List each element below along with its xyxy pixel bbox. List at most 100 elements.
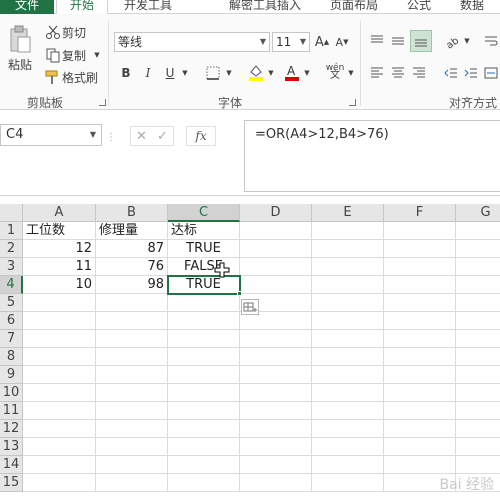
cell-D4[interactable] [240, 276, 312, 294]
font-launcher-icon[interactable] [349, 99, 356, 106]
cell-D15[interactable] [240, 474, 312, 492]
cell-B12[interactable] [96, 420, 168, 438]
cell-A4[interactable]: 10 [23, 276, 96, 294]
cell-D1[interactable] [240, 222, 312, 240]
align-center-icon[interactable] [389, 64, 407, 82]
paste-label[interactable]: 粘贴 [5, 56, 35, 72]
row-header-15[interactable]: 15 [0, 474, 23, 492]
cell-B9[interactable] [96, 366, 168, 384]
border-dropdown-icon[interactable]: ▼ [224, 66, 234, 80]
cell-G3[interactable] [456, 258, 500, 276]
copy-icon[interactable] [44, 47, 62, 63]
cell-G14[interactable] [456, 456, 500, 474]
cell-C11[interactable] [168, 402, 240, 420]
cell-B2[interactable]: 87 [96, 240, 168, 258]
row-header-9[interactable]: 9 [0, 366, 23, 384]
cell-B14[interactable] [96, 456, 168, 474]
cell-B5[interactable] [96, 294, 168, 312]
quick-analysis-icon[interactable] [241, 299, 259, 315]
row-header-7[interactable]: 7 [0, 330, 23, 348]
cell-F8[interactable] [384, 348, 456, 366]
row-header-14[interactable]: 14 [0, 456, 23, 474]
cell-D13[interactable] [240, 438, 312, 456]
cell-A5[interactable] [23, 294, 96, 312]
cell-A13[interactable] [23, 438, 96, 456]
copy-label[interactable]: 复制 [62, 47, 92, 63]
cell-F13[interactable] [384, 438, 456, 456]
cell-E13[interactable] [312, 438, 384, 456]
fill-color-icon[interactable] [246, 62, 266, 82]
cell-A2[interactable]: 12 [23, 240, 96, 258]
column-header-A[interactable]: A [23, 204, 96, 222]
cell-D14[interactable] [240, 456, 312, 474]
cell-G13[interactable] [456, 438, 500, 456]
cell-D12[interactable] [240, 420, 312, 438]
align-left-icon[interactable] [368, 64, 386, 82]
phonetic-icon[interactable]: wén 文 [324, 62, 346, 82]
cell-D10[interactable] [240, 384, 312, 402]
cell-C2[interactable]: TRUE [168, 240, 240, 258]
cell-F11[interactable] [384, 402, 456, 420]
formula-input[interactable]: =OR(A4>12,B4>76) [244, 120, 500, 192]
cell-E14[interactable] [312, 456, 384, 474]
cell-F7[interactable] [384, 330, 456, 348]
cell-E7[interactable] [312, 330, 384, 348]
cell-C14[interactable] [168, 456, 240, 474]
cell-D8[interactable] [240, 348, 312, 366]
top-align-icon[interactable] [368, 32, 386, 50]
cell-C13[interactable] [168, 438, 240, 456]
cell-F9[interactable] [384, 366, 456, 384]
cell-F1[interactable] [384, 222, 456, 240]
clipboard-launcher-icon[interactable] [99, 99, 106, 106]
cut-label[interactable]: 剪切 [62, 24, 92, 40]
orientation-icon[interactable]: ab [442, 32, 462, 50]
cell-B13[interactable] [96, 438, 168, 456]
tab-data[interactable]: 数据 [460, 0, 484, 14]
cell-B8[interactable] [96, 348, 168, 366]
tab-formulas[interactable]: 公式 [407, 0, 431, 14]
cell-G7[interactable] [456, 330, 500, 348]
cell-A15[interactable] [23, 474, 96, 492]
copy-dropdown-icon[interactable]: ▼ [92, 49, 102, 61]
font-name-select[interactable]: 等线 ▼ [114, 32, 270, 52]
middle-align-icon[interactable] [389, 32, 407, 50]
cell-E6[interactable] [312, 312, 384, 330]
cell-B10[interactable] [96, 384, 168, 402]
fill-color-dropdown-icon[interactable]: ▼ [266, 66, 276, 80]
cell-G5[interactable] [456, 294, 500, 312]
decrease-indent-icon[interactable] [442, 64, 460, 82]
cell-F3[interactable] [384, 258, 456, 276]
row-header-12[interactable]: 12 [0, 420, 23, 438]
name-box[interactable]: C4 ▼ [0, 124, 102, 146]
cell-F6[interactable] [384, 312, 456, 330]
wrap-text-icon[interactable] [482, 32, 500, 50]
cell-G11[interactable] [456, 402, 500, 420]
column-header-E[interactable]: E [312, 204, 384, 222]
format-painter-label[interactable]: 格式刷 [62, 69, 102, 85]
cell-D2[interactable] [240, 240, 312, 258]
cell-F4[interactable] [384, 276, 456, 294]
cell-C12[interactable] [168, 420, 240, 438]
cell-B6[interactable] [96, 312, 168, 330]
cell-A11[interactable] [23, 402, 96, 420]
cell-C10[interactable] [168, 384, 240, 402]
insert-function-button[interactable]: fx [186, 126, 216, 146]
cancel-button[interactable]: ✕ [131, 129, 152, 144]
column-header-F[interactable]: F [384, 204, 456, 222]
cell-F14[interactable] [384, 456, 456, 474]
cell-A10[interactable] [23, 384, 96, 402]
cell-G8[interactable] [456, 348, 500, 366]
cell-G4[interactable] [456, 276, 500, 294]
cell-F10[interactable] [384, 384, 456, 402]
tab-file[interactable]: 文件 [0, 0, 54, 14]
cell-G6[interactable] [456, 312, 500, 330]
align-right-icon[interactable] [410, 64, 428, 82]
cell-E1[interactable] [312, 222, 384, 240]
enter-button[interactable]: ✓ [152, 129, 173, 144]
cell-E4[interactable] [312, 276, 384, 294]
cell-B15[interactable] [96, 474, 168, 492]
underline-button[interactable]: U [162, 64, 178, 82]
tab-decrypt[interactable]: 解密工具 [229, 0, 277, 14]
bottom-align-icon[interactable] [410, 30, 432, 52]
cell-E9[interactable] [312, 366, 384, 384]
